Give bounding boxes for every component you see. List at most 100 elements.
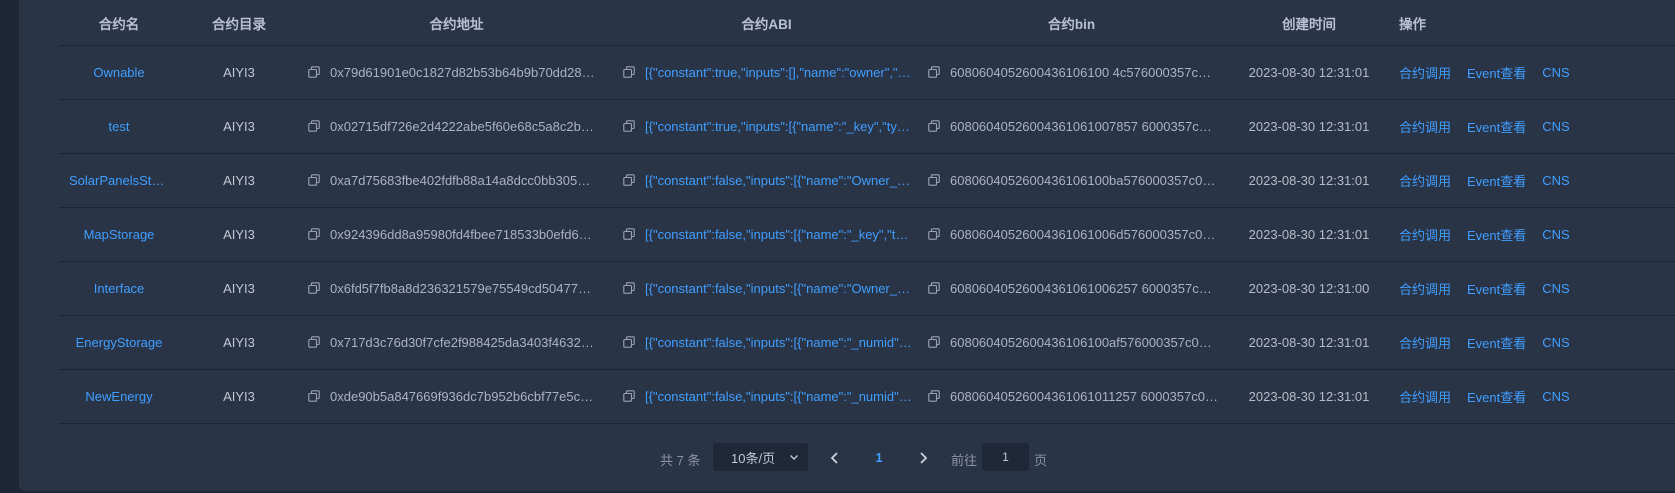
copy-icon[interactable]: [928, 65, 942, 80]
copy-icon[interactable]: [308, 65, 322, 80]
contract-name-link[interactable]: test: [69, 119, 169, 134]
cell-contract-name: test: [59, 100, 179, 153]
view-events-button[interactable]: Event查看: [1467, 117, 1526, 136]
cell-directory: AIYI3: [223, 65, 255, 80]
view-events-button[interactable]: Event查看: [1467, 63, 1526, 82]
contract-bin: 6080604052600436106100af576000357c010000…: [950, 335, 1218, 350]
cell-operations: 合约调用 Event查看 CNS: [1394, 154, 1675, 207]
copy-icon[interactable]: [928, 389, 942, 404]
invoke-contract-button[interactable]: 合约调用: [1399, 117, 1451, 136]
chevron-right-icon[interactable]: [913, 448, 933, 468]
cell-address: 0xde90b5a847669f936dc7b952b6cbf77e5c3a1d…: [299, 370, 614, 423]
contract-table: 合约名 合约目录 合约地址 合约ABI 合约bin 创建时间 操作 Ownabl…: [59, 0, 1675, 424]
cell-address: 0x02715df726e2d4222abe5f60e68c5a8c2b7e9a…: [299, 100, 614, 153]
created-time: 2023-08-30 12:31:01: [1248, 227, 1370, 242]
cell-directory: AIYI3: [223, 389, 255, 404]
cns-button[interactable]: CNS: [1542, 65, 1569, 80]
cell-abi: [{"constant":true,"inputs":[],"name":"ow…: [614, 46, 919, 99]
cell-address: 0x6fd5f7fb8a8d236321579e75549cd50477c2b8…: [299, 262, 614, 315]
cell-directory: AIYI3: [223, 119, 255, 134]
copy-icon[interactable]: [928, 227, 942, 242]
contract-abi-link[interactable]: [{"constant":true,"inputs":[],"name":"ow…: [645, 65, 913, 80]
cell-created-time: 2023-08-30 12:31:01: [1224, 100, 1394, 153]
view-events-button[interactable]: Event查看: [1467, 225, 1526, 244]
cell-created-time: 2023-08-30 12:31:01: [1224, 46, 1394, 99]
cell-created-time: 2023-08-30 12:31:00: [1224, 262, 1394, 315]
cell-operations: 合约调用 Event查看 CNS: [1394, 46, 1675, 99]
view-events-button[interactable]: Event查看: [1467, 333, 1526, 352]
invoke-contract-button[interactable]: 合约调用: [1399, 171, 1451, 190]
copy-icon[interactable]: [928, 119, 942, 134]
invoke-contract-button[interactable]: 合约调用: [1399, 279, 1451, 298]
cns-button[interactable]: CNS: [1542, 119, 1569, 134]
page-number-current[interactable]: 1: [863, 443, 895, 471]
column-header-name: 合约名: [98, 16, 140, 32]
cell-bin: 60806040526004361061011257 6000357c01000…: [919, 370, 1224, 423]
cell-abi: [{"constant":false,"inputs":[{"name":"_k…: [614, 208, 919, 261]
copy-icon[interactable]: [623, 281, 637, 296]
table-row: Ownable AIYI3 0x79d61901e0c1827d82b53b64b9…: [59, 46, 1675, 100]
copy-icon[interactable]: [928, 281, 942, 296]
contract-name-link[interactable]: NewEnergy: [69, 389, 169, 404]
cns-button[interactable]: CNS: [1542, 173, 1569, 188]
contract-address: 0x6fd5f7fb8a8d236321579e75549cd50477c2b8…: [330, 281, 595, 296]
cell-abi: [{"constant":false,"inputs":[{"name":"Ow…: [614, 154, 919, 207]
copy-icon[interactable]: [308, 119, 322, 134]
contract-name-link[interactable]: Ownable: [69, 65, 169, 80]
cell-abi: [{"constant":true,"inputs":[{"name":"_ke…: [614, 100, 919, 153]
table-body: Ownable AIYI3 0x79d61901e0c1827d82b53b64b9…: [59, 46, 1675, 424]
contract-name-link[interactable]: EnergyStorage: [69, 335, 169, 350]
table-row: Interface AIYI3 0x6fd5f7fb8a8d236321579e75…: [59, 262, 1675, 316]
contract-abi-link[interactable]: [{"constant":false,"inputs":[{"name":"_n…: [645, 389, 913, 404]
copy-icon[interactable]: [308, 281, 322, 296]
contract-name-link[interactable]: Interface: [69, 281, 169, 296]
cns-button[interactable]: CNS: [1542, 227, 1569, 242]
copy-icon[interactable]: [623, 389, 637, 404]
chevron-left-icon[interactable]: [825, 448, 845, 468]
cell-created-time: 2023-08-30 12:31:01: [1224, 208, 1394, 261]
copy-icon[interactable]: [623, 173, 637, 188]
goto-page-input[interactable]: [982, 443, 1029, 471]
invoke-contract-button[interactable]: 合约调用: [1399, 225, 1451, 244]
contract-abi-link[interactable]: [{"constant":true,"inputs":[{"name":"_ke…: [645, 119, 913, 134]
cns-button[interactable]: CNS: [1542, 389, 1569, 404]
cns-button[interactable]: CNS: [1542, 281, 1569, 296]
invoke-contract-button[interactable]: 合约调用: [1399, 63, 1451, 82]
copy-icon[interactable]: [928, 335, 942, 350]
contract-abi-link[interactable]: [{"constant":false,"inputs":[{"name":"Ow…: [645, 281, 913, 296]
copy-icon[interactable]: [308, 227, 322, 242]
page-size-select[interactable]: 10条/页: [713, 443, 808, 471]
table-row: NewEnergy AIYI3 0xde90b5a847669f936dc7b952…: [59, 370, 1675, 424]
copy-icon[interactable]: [308, 173, 322, 188]
view-events-button[interactable]: Event查看: [1467, 279, 1526, 298]
cell-abi: [{"constant":false,"inputs":[{"name":"Ow…: [614, 262, 919, 315]
invoke-contract-button[interactable]: 合约调用: [1399, 333, 1451, 352]
copy-icon[interactable]: [308, 389, 322, 404]
copy-icon[interactable]: [623, 65, 637, 80]
invoke-contract-button[interactable]: 合约调用: [1399, 387, 1451, 406]
table-row: EnergyStorage AIYI3 0x717d3c76d30f7cfe2f98…: [59, 316, 1675, 370]
cns-button[interactable]: CNS: [1542, 335, 1569, 350]
copy-icon[interactable]: [928, 173, 942, 188]
cell-operations: 合约调用 Event查看 CNS: [1394, 208, 1675, 261]
column-header-operations: 操作: [1399, 16, 1426, 32]
copy-icon[interactable]: [623, 119, 637, 134]
cell-contract-name: SolarPanelsStorage: [59, 154, 179, 207]
contract-abi-link[interactable]: [{"constant":false,"inputs":[{"name":"_k…: [645, 227, 913, 242]
created-time: 2023-08-30 12:31:01: [1248, 389, 1370, 404]
view-events-button[interactable]: Event查看: [1467, 387, 1526, 406]
chevron-down-icon: [788, 451, 800, 466]
cell-bin: 6080604052600436106100 4c576000357c01000…: [919, 46, 1224, 99]
contract-name-link[interactable]: MapStorage: [69, 227, 169, 242]
column-header-directory: 合约目录: [212, 16, 266, 32]
contract-abi-link[interactable]: [{"constant":false,"inputs":[{"name":"Ow…: [645, 173, 913, 188]
copy-icon[interactable]: [623, 227, 637, 242]
copy-icon[interactable]: [308, 335, 322, 350]
cell-address: 0x79d61901e0c1827d82b53b64b9b70dd28b0f12…: [299, 46, 614, 99]
contract-bin: 6080604052600436106100ba576000357c010000…: [950, 173, 1218, 188]
contract-name-link[interactable]: SolarPanelsStorage: [69, 173, 169, 188]
copy-icon[interactable]: [623, 335, 637, 350]
contract-abi-link[interactable]: [{"constant":false,"inputs":[{"name":"_n…: [645, 335, 913, 350]
view-events-button[interactable]: Event查看: [1467, 171, 1526, 190]
cell-contract-name: Interface: [59, 262, 179, 315]
